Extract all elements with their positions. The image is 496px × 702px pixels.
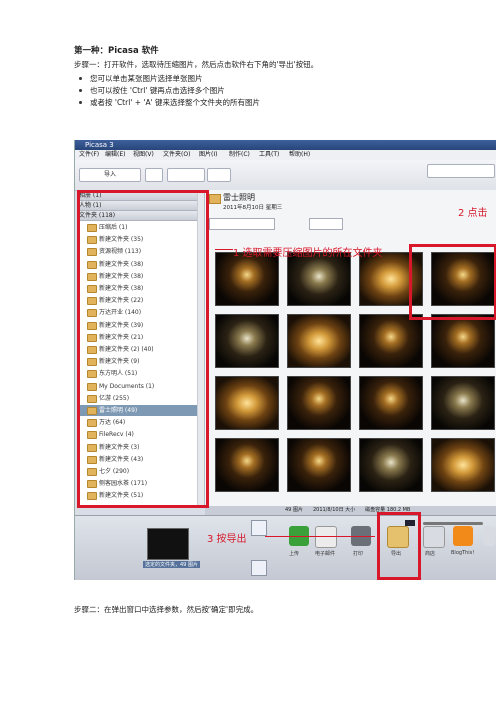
- blogger-icon[interactable]: [453, 526, 473, 546]
- bottom-tray: 选定的文件夹，49 图片 上传 电子邮件 打印 导出 商店 BlogThis!: [75, 515, 496, 580]
- tray-thumbnail: [147, 528, 189, 560]
- photo-thumbnail[interactable]: [431, 314, 495, 368]
- annotation-step3: 3 按导出: [207, 534, 247, 545]
- folder-actions[interactable]: [209, 218, 275, 230]
- annotation-arrow-3: [265, 536, 375, 537]
- folder-icon: [209, 194, 221, 204]
- filter-controls[interactable]: [303, 168, 393, 180]
- view-mode-buttons[interactable]: [167, 168, 205, 182]
- photo-thumbnail[interactable]: [287, 252, 351, 306]
- menu-bar: 文件(F) 编辑(E) 视图(V) 文件夹(O) 图片(I) 制作(C) 工具(…: [75, 150, 496, 160]
- section-heading: 第一种：Picasa 软件: [74, 46, 159, 56]
- photo-thumbnail[interactable]: [287, 438, 351, 492]
- import-button[interactable]: 导入: [79, 168, 141, 182]
- menu-edit[interactable]: 编辑(E): [105, 150, 125, 160]
- annotation-arrow-1: [215, 249, 233, 250]
- photo-thumbnail[interactable]: [431, 376, 495, 430]
- status-bar: 49 图片 2011/8/10日 大小 磁盘容量 180.2 MB: [205, 506, 496, 515]
- folder-title: 雷士照明: [223, 193, 255, 202]
- tray-label: 选定的文件夹，49 图片: [143, 561, 200, 568]
- menu-file[interactable]: 文件(F): [79, 150, 99, 160]
- photo-thumbnail[interactable]: [359, 376, 423, 430]
- annotation-step2: 2 点击: [458, 208, 488, 219]
- photo-panel: 雷士照明 2011年8月10日 星期三: [205, 190, 496, 506]
- menu-picture[interactable]: 图片(I): [199, 150, 217, 160]
- annotation-step1: 1 选取需要压缩图片的所在文件夹: [233, 248, 383, 259]
- shop-label: 商店: [425, 551, 436, 557]
- toolbar: 导入: [75, 160, 496, 191]
- photo-thumbnail[interactable]: [215, 438, 279, 492]
- blogthis-label: BlogThis!: [451, 550, 475, 556]
- menu-folder[interactable]: 文件夹(O): [163, 150, 190, 160]
- email-label: 电子邮件: [315, 551, 336, 557]
- annotation-box-photo: [409, 244, 496, 320]
- tray-options-button[interactable]: [251, 560, 267, 576]
- print-label: 打印: [353, 551, 364, 557]
- annotation-box-folders: [77, 190, 209, 508]
- zoom-slider[interactable]: [423, 522, 483, 525]
- menu-help[interactable]: 帮助(H): [289, 150, 310, 160]
- photo-thumbnail[interactable]: [215, 314, 279, 368]
- menu-create[interactable]: 制作(C): [229, 150, 250, 160]
- share-button[interactable]: [309, 218, 343, 230]
- photo-thumbnail[interactable]: [215, 376, 279, 430]
- sort-button[interactable]: [207, 168, 231, 182]
- photo-thumbnail[interactable]: [359, 438, 423, 492]
- annotation-box-export: [377, 512, 421, 580]
- back-button[interactable]: [145, 168, 163, 182]
- photo-thumbnail[interactable]: [287, 376, 351, 430]
- upload-label: 上传: [289, 551, 300, 557]
- shop-icon[interactable]: [423, 526, 445, 548]
- search-input[interactable]: [427, 164, 495, 178]
- window-titlebar: Picasa 3: [75, 140, 496, 150]
- photo-thumbnail[interactable]: [431, 438, 495, 492]
- photo-thumbnail[interactable]: [359, 314, 423, 368]
- step-one-text: 步骤一：打开软件，选取待压缩图片，然后点击软件右下角的'导出'按钮。: [74, 60, 319, 69]
- bullet-item-2: 也可以按住 'Ctrl' 键再点击选择多个图片: [79, 86, 225, 96]
- folder-date: 2011年8月10日 星期三: [223, 205, 283, 211]
- bullet-item-3: 或者按 'Ctrl' + 'A' 键来选择整个文件夹的所有图片: [79, 98, 260, 108]
- picasa-screenshot: Picasa 3 文件(F) 编辑(E) 视图(V) 文件夹(O) 图片(I) …: [74, 140, 496, 580]
- photo-thumbnail[interactable]: [215, 252, 279, 306]
- more-icon[interactable]: [483, 526, 495, 546]
- menu-tools[interactable]: 工具(T): [259, 150, 279, 160]
- email-icon[interactable]: [315, 526, 337, 548]
- tray-hold-button[interactable]: [251, 520, 267, 536]
- photo-thumbnail[interactable]: [287, 314, 351, 368]
- step-two-text: 步骤二：在弹出窗口中选择参数，然后按'确定'即完成。: [74, 605, 259, 614]
- bullet-item-1: 您可以单击某张图片选择单张图片: [79, 74, 203, 84]
- menu-view[interactable]: 视图(V): [133, 150, 154, 160]
